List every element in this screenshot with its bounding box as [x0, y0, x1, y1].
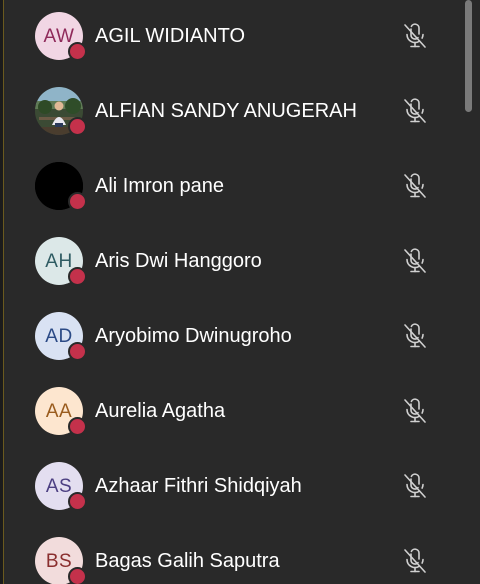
- participant-row[interactable]: Ali Imron pane: [4, 150, 456, 225]
- presence-busy-indicator: [68, 567, 87, 584]
- muted-mic-icon[interactable]: [402, 172, 428, 200]
- presence-busy-indicator: [68, 117, 87, 136]
- avatar[interactable]: AS: [35, 462, 87, 511]
- avatar-initials: AA: [45, 400, 73, 422]
- participant-name: Ali Imron pane: [95, 175, 224, 197]
- presence-busy-indicator: [68, 417, 87, 436]
- presence-busy-indicator: [68, 42, 87, 61]
- avatar[interactable]: BS: [35, 537, 87, 584]
- participant-row[interactable]: AH Aris Dwi Hanggoro: [4, 225, 456, 300]
- muted-mic-icon[interactable]: [402, 322, 428, 350]
- participant-row[interactable]: AW AGIL WIDIANTO: [4, 0, 456, 75]
- participant-name: Aryobimo Dwinugroho: [95, 325, 292, 347]
- avatar-initials: AS: [45, 475, 73, 497]
- participant-name: AGIL WIDIANTO: [95, 25, 246, 47]
- participant-list: AW AGIL WIDIANTO ALFIAN SANDY ANUGERAH Ali …: [4, 0, 456, 584]
- participant-name: Azhaar Fithri Shidqiyah: [95, 475, 302, 497]
- muted-mic-icon[interactable]: [402, 97, 428, 125]
- avatar[interactable]: AH: [35, 237, 87, 286]
- muted-mic-icon[interactable]: [402, 472, 428, 500]
- participant-name: Aris Dwi Hanggoro: [95, 250, 262, 272]
- avatar-initials: AW: [43, 25, 75, 47]
- avatar[interactable]: AD: [35, 312, 87, 361]
- avatar[interactable]: AA: [35, 387, 87, 436]
- participant-row[interactable]: ALFIAN SANDY ANUGERAH: [4, 75, 456, 150]
- scrollbar-thumb[interactable]: [465, 0, 472, 112]
- avatar-initials: AD: [45, 325, 73, 347]
- participant-name: Aurelia Agatha: [95, 400, 226, 422]
- scrollbar[interactable]: [462, 0, 474, 584]
- participant-row[interactable]: AS Azhaar Fithri Shidqiyah: [4, 450, 456, 525]
- presence-busy-indicator: [68, 192, 87, 211]
- avatar[interactable]: AW: [35, 12, 87, 61]
- participant-row[interactable]: AA Aurelia Agatha: [4, 375, 456, 450]
- avatar-initials: AH: [45, 250, 73, 272]
- participants-panel: AW AGIL WIDIANTO ALFIAN SANDY ANUGERAH Ali …: [0, 0, 480, 584]
- muted-mic-icon[interactable]: [402, 22, 428, 50]
- muted-mic-icon[interactable]: [402, 547, 428, 575]
- presence-busy-indicator: [68, 342, 87, 361]
- avatar[interactable]: [35, 87, 87, 136]
- participant-row[interactable]: AD Aryobimo Dwinugroho: [4, 300, 456, 375]
- participant-name: Bagas Galih Saputra: [95, 550, 280, 572]
- participant-row[interactable]: BS Bagas Galih Saputra: [4, 525, 456, 584]
- muted-mic-icon[interactable]: [402, 397, 428, 425]
- participant-name: ALFIAN SANDY ANUGERAH: [95, 100, 357, 122]
- avatar-initials: BS: [45, 550, 73, 572]
- presence-busy-indicator: [68, 492, 87, 511]
- muted-mic-icon[interactable]: [402, 247, 428, 275]
- presence-busy-indicator: [68, 267, 87, 286]
- avatar[interactable]: [35, 162, 87, 211]
